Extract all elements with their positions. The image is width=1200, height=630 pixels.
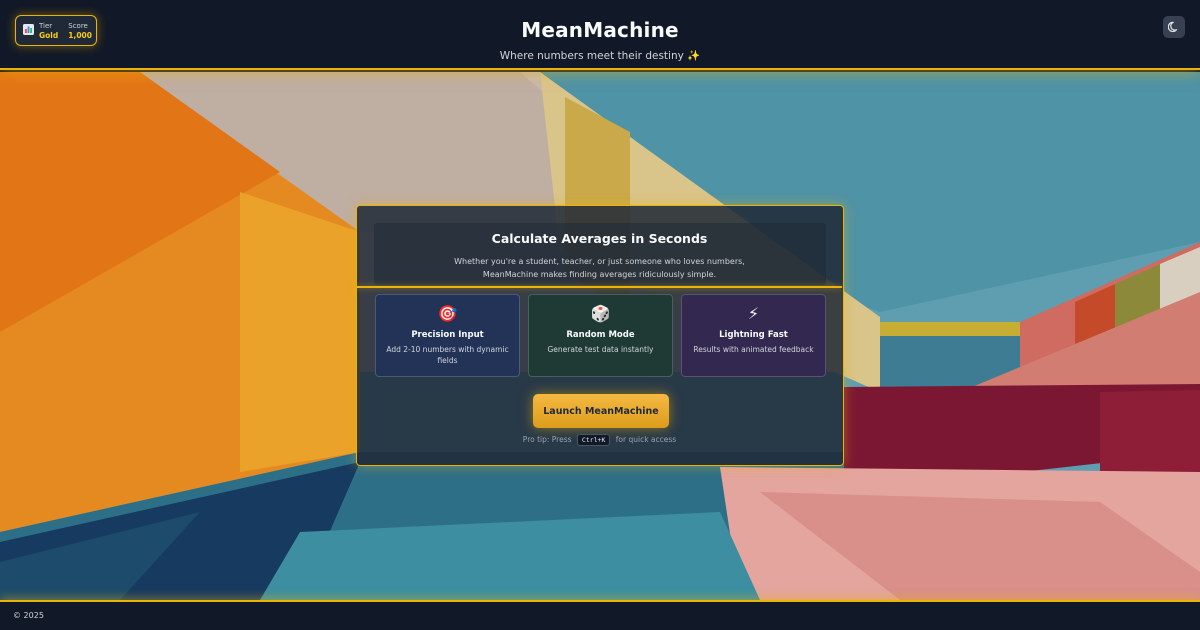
card-description-line-2: MeanMachine makes finding averages ridic… <box>482 270 717 279</box>
pro-tip: Pro tip: Press Ctrl+K for quick access <box>357 434 842 446</box>
app-footer: © 2025 <box>0 600 1200 630</box>
keyboard-shortcut: Ctrl+K <box>576 434 611 446</box>
feature-title: Random Mode <box>566 330 635 340</box>
dice-icon: 🎲 <box>590 304 611 323</box>
feature-random-mode: 🎲 Random Mode Generate test data instant… <box>528 294 673 377</box>
intro-card: Calculate Averages in Seconds Whether yo… <box>356 205 844 466</box>
feature-description: Add 2-10 numbers with dynamic fields <box>376 344 519 366</box>
feature-description: Generate test data instantly <box>547 345 654 354</box>
app-subtitle: Where numbers meet their destiny ✨ <box>499 50 701 62</box>
app-header: Tier Gold Score 1,000 MeanMachine Where … <box>0 0 1200 70</box>
feature-title: Precision Input <box>411 330 484 340</box>
pro-tip-suffix: for quick access <box>615 435 677 444</box>
feature-description: Results with animated feedback <box>693 345 814 354</box>
feature-title: Lightning Fast <box>719 330 788 340</box>
launch-button[interactable]: Launch MeanMachine <box>533 394 669 428</box>
pro-tip-prefix: Pro tip: Press <box>522 435 572 444</box>
lightning-icon: ⚡ <box>747 304 760 323</box>
theme-toggle-button[interactable] <box>1163 16 1185 38</box>
feature-lightning-fast: ⚡ Lightning Fast Results with animated f… <box>681 294 826 377</box>
feature-precision-input: 🎯 Precision Input Add 2-10 numbers with … <box>375 294 520 377</box>
app-title: MeanMachine <box>521 18 679 42</box>
copyright-text: © 2025 <box>13 611 44 620</box>
card-title: Calculate Averages in Seconds <box>491 231 708 246</box>
moon-icon <box>1167 18 1180 37</box>
feature-description-line-2: fields <box>437 356 458 365</box>
feature-description-line-1: Add 2-10 numbers with dynamic <box>386 345 509 354</box>
card-description-line-1: Whether you're a student, teacher, or ju… <box>454 257 745 266</box>
card-divider <box>357 286 842 288</box>
target-icon: 🎯 <box>437 304 458 323</box>
card-description: Whether you're a student, teacher, or ju… <box>357 255 842 281</box>
